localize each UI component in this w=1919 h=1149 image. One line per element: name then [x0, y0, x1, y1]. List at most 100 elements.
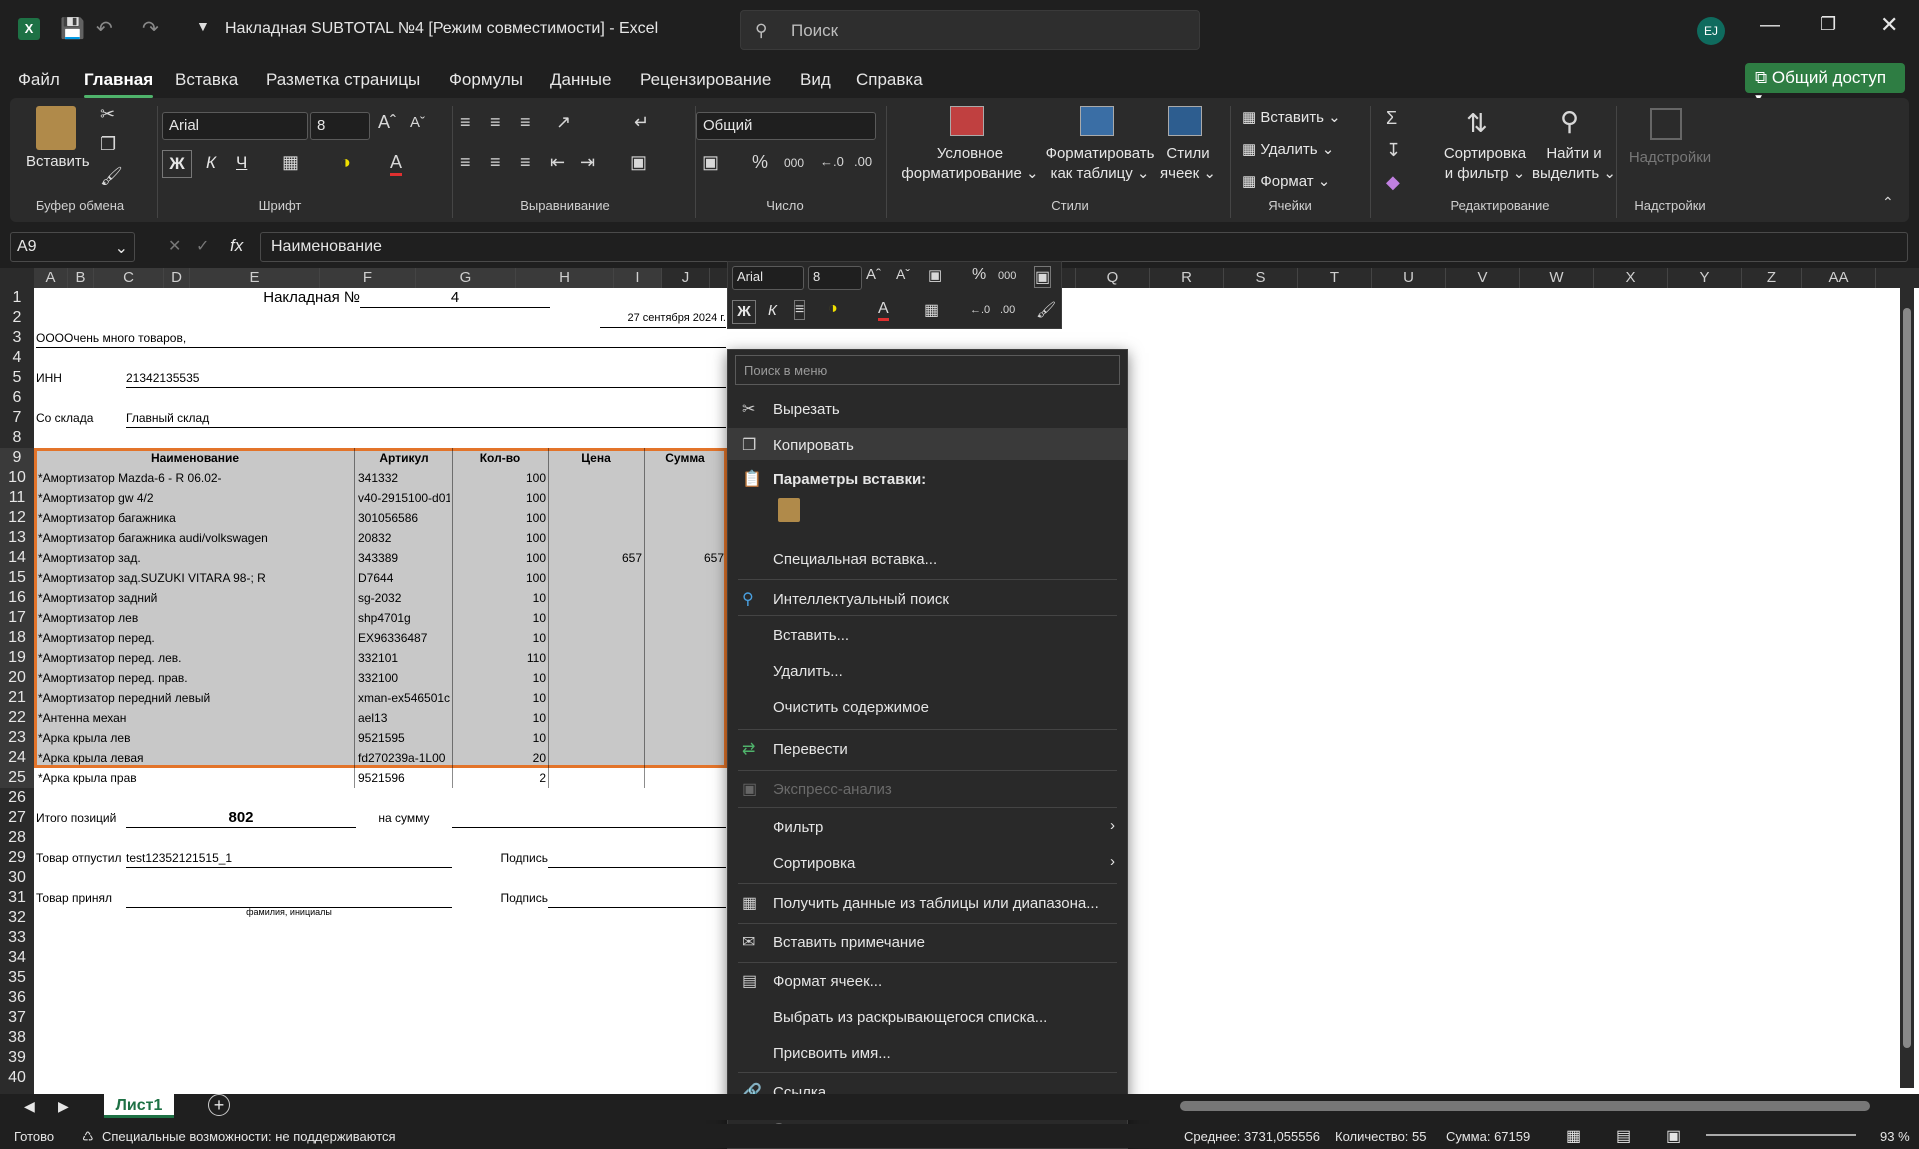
table-cell[interactable]: 2	[454, 768, 546, 788]
conditional-formatting-button[interactable]: Условное форматирование ⌄	[900, 144, 1040, 184]
sort-filter-icon[interactable]: ⇅	[1466, 108, 1488, 139]
organization[interactable]: ООООчень много товаров,	[36, 328, 726, 348]
table-cell[interactable]: *Арка крыла лев	[38, 728, 352, 748]
row-header[interactable]: 26	[0, 788, 34, 808]
table-cell[interactable]	[646, 648, 724, 668]
inn-value[interactable]: 21342135535	[126, 368, 726, 388]
table-cell[interactable]: 10	[454, 628, 546, 648]
column-header[interactable]: AA	[1802, 268, 1876, 288]
table-cell[interactable]	[646, 688, 724, 708]
mini-font-size[interactable]: 8	[808, 266, 862, 290]
number-format-select[interactable]: Общий	[696, 112, 876, 140]
row-header[interactable]: 21	[0, 688, 34, 708]
accessibility-icon[interactable]: ♺	[82, 1129, 94, 1145]
row-header[interactable]: 7	[0, 408, 34, 428]
add-sheet-icon[interactable]: +	[208, 1094, 230, 1116]
column-header[interactable]: J	[662, 268, 710, 288]
row-header[interactable]: 10	[0, 468, 34, 488]
table-cell[interactable]: 100	[454, 468, 546, 488]
tab-data[interactable]: Данные	[550, 70, 611, 90]
row-header[interactable]: 4	[0, 348, 34, 368]
table-cell[interactable]	[550, 648, 642, 668]
table-cell[interactable]: 9521596	[358, 768, 450, 788]
menu-define-name[interactable]: Присвоить имя...	[728, 1036, 1127, 1068]
table-cell[interactable]: 10	[454, 708, 546, 728]
column-header[interactable]: U	[1372, 268, 1446, 288]
row-header[interactable]: 34	[0, 948, 34, 968]
format-cells-button[interactable]: ▦ Формат ⌄	[1242, 172, 1330, 192]
table-cell[interactable]: 10	[454, 728, 546, 748]
table-cell[interactable]	[646, 468, 724, 488]
page-layout-view-icon[interactable]: ▤	[1616, 1126, 1631, 1146]
tab-home[interactable]: Главная	[84, 70, 154, 98]
column-header[interactable]: V	[1446, 268, 1520, 288]
currency-icon[interactable]: ▣	[702, 152, 719, 173]
row-header[interactable]: 18	[0, 628, 34, 648]
row-header[interactable]: 15	[0, 568, 34, 588]
tab-help[interactable]: Справка	[856, 70, 923, 90]
menu-copy[interactable]: ❐ Копировать	[728, 428, 1127, 460]
menu-sort[interactable]: Сортировка ›	[728, 846, 1127, 878]
table-cell[interactable]: fd270239a-1L00	[358, 748, 450, 768]
table-cell[interactable]: xman-ex546501c	[358, 688, 450, 708]
align-bottom-icon[interactable]: ≡	[520, 112, 531, 133]
invoice-title-label[interactable]: Накладная №	[250, 288, 360, 308]
table-cell[interactable]: *Амортизатор передний левый	[38, 688, 352, 708]
row-header[interactable]: 29	[0, 848, 34, 868]
column-header[interactable]: Q	[1076, 268, 1150, 288]
table-cell[interactable]: *Амортизатор перед.	[38, 628, 352, 648]
menu-insert-comment[interactable]: ✉ Вставить примечание	[728, 925, 1127, 957]
mini-shrink-font-icon[interactable]: Aˇ	[896, 266, 910, 282]
row-header[interactable]: 30	[0, 868, 34, 888]
invoice-date[interactable]: 27 сентября 2024 г.	[600, 308, 726, 328]
signature-label[interactable]: Подпись	[452, 848, 549, 868]
name-box[interactable]: A9 ⌄	[10, 232, 135, 262]
row-header[interactable]: 9	[0, 448, 34, 468]
table-cell[interactable]: 100	[454, 548, 546, 568]
format-as-table-icon[interactable]	[1080, 106, 1114, 136]
collapse-ribbon-icon[interactable]: ⌃	[1882, 194, 1894, 211]
released-by[interactable]: test12352121515_1	[126, 848, 452, 868]
prev-sheet-icon[interactable]: ◀	[24, 1098, 35, 1115]
cancel-formula-icon[interactable]: ✕	[168, 236, 181, 256]
find-select-button[interactable]: Найти и выделить ⌄	[1524, 144, 1624, 184]
column-header[interactable]: D	[164, 268, 190, 288]
increase-indent-icon[interactable]: ⇥	[580, 152, 595, 173]
row-header[interactable]: 22	[0, 708, 34, 728]
menu-cut[interactable]: ✂ Вырезать	[728, 392, 1127, 424]
copy-icon[interactable]: ❐	[100, 134, 116, 155]
cell-styles-icon[interactable]	[1168, 106, 1202, 136]
table-cell[interactable]	[646, 588, 724, 608]
table-cell[interactable]: *Амортизатор перед. прав.	[38, 668, 352, 688]
table-header[interactable]: Сумма	[644, 448, 726, 468]
row-header[interactable]: 13	[0, 528, 34, 548]
warehouse-value[interactable]: Главный склад	[126, 408, 726, 428]
table-cell[interactable]	[646, 768, 724, 788]
cut-icon[interactable]: ✂	[100, 104, 115, 125]
mini-borders-icon[interactable]: ▦	[924, 300, 939, 320]
mini-currency-icon[interactable]: ▣	[928, 266, 942, 284]
paste-button-label[interactable]: Вставить	[26, 152, 90, 172]
table-cell[interactable]	[550, 688, 642, 708]
autosum-icon[interactable]: Σ	[1386, 108, 1397, 129]
table-cell[interactable]	[550, 708, 642, 728]
cell-styles-button[interactable]: Стили ячеек ⌄	[1158, 144, 1218, 184]
format-painter-icon[interactable]: 🖌	[100, 166, 123, 187]
horizontal-scrollbar[interactable]	[1180, 1101, 1870, 1111]
table-cell[interactable]	[646, 708, 724, 728]
table-cell[interactable]	[550, 628, 642, 648]
column-header[interactable]: F	[320, 268, 416, 288]
row-header[interactable]: 14	[0, 548, 34, 568]
released-label[interactable]: Товар отпустил	[36, 848, 126, 868]
table-cell[interactable]: *Амортизатор лев	[38, 608, 352, 628]
tab-file[interactable]: Файл	[18, 70, 60, 90]
table-cell[interactable]: 20832	[358, 528, 450, 548]
underline-button[interactable]: Ч	[236, 153, 247, 173]
menu-paste-special[interactable]: Специальная вставка...	[728, 542, 1127, 574]
font-size-select[interactable]: 8	[310, 112, 370, 140]
thousands-icon[interactable]: 000	[784, 156, 804, 170]
table-cell[interactable]: *Амортизатор задний	[38, 588, 352, 608]
table-cell[interactable]: 100	[454, 488, 546, 508]
table-cell[interactable]	[646, 748, 724, 768]
close-icon[interactable]: ✕	[1880, 12, 1898, 38]
